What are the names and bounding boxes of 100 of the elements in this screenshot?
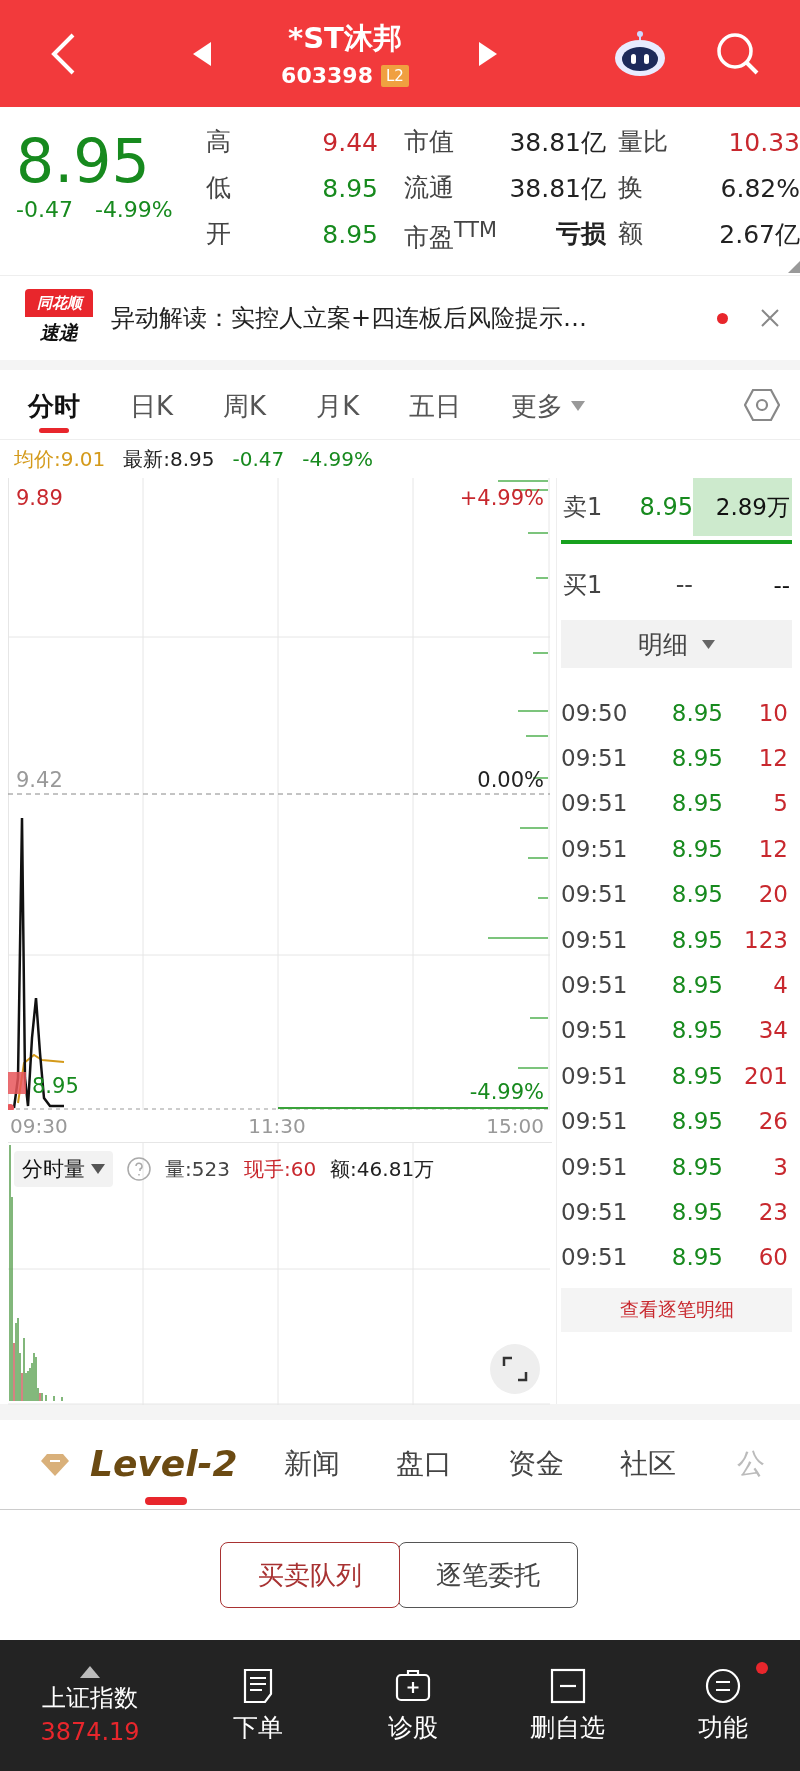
news-headline[interactable]: 异动解读：实控人立案+四连板后风险提示…: [111, 302, 699, 334]
bid-label: 买1: [562, 570, 604, 601]
stat-label: 市值: [404, 126, 454, 158]
trade-volume: 10: [757, 699, 789, 726]
triangle-up-icon: [80, 1665, 100, 1678]
trade-price: 8.95: [670, 881, 723, 908]
nav-item[interactable]: 删自选: [490, 1666, 645, 1745]
volume-value: 量:523: [165, 1155, 230, 1183]
nav-item[interactable]: 下单: [180, 1666, 335, 1745]
trade-time: 09:51: [561, 1153, 629, 1180]
time-label: 11:30: [248, 1114, 306, 1138]
open-point-icon: [8, 1104, 14, 1110]
nav-item[interactable]: 功能: [645, 1666, 800, 1745]
trade-price: 8.95: [670, 1244, 723, 1271]
level-badge: L2: [380, 64, 409, 87]
trade-price: 8.95: [670, 745, 723, 772]
time-label: 09:30: [10, 1114, 68, 1138]
trade-volume: 5: [772, 790, 789, 817]
close-button[interactable]: [760, 308, 780, 328]
time-label: 15:00: [486, 1114, 544, 1138]
next-stock-button[interactable]: [478, 41, 497, 66]
trade-volume: 201: [743, 1062, 789, 1089]
percent-label: -4.99%: [469, 1080, 544, 1104]
stat-value: 8.95: [321, 219, 378, 249]
stat-value: 8.95: [321, 173, 378, 203]
close-icon: [760, 308, 780, 328]
trade-volume: 3: [772, 1153, 789, 1180]
ask-volume: 2.89万: [693, 478, 792, 536]
caret-icon: [91, 1164, 105, 1174]
marker-icon: [8, 1072, 26, 1094]
stat-value: 38.81亿: [509, 172, 606, 205]
chart-tab[interactable]: 更多: [511, 376, 586, 433]
expand-corner-icon[interactable]: [788, 261, 800, 273]
stat-label: 换: [618, 172, 644, 204]
stat-label: 流通: [404, 172, 454, 204]
settings-button[interactable]: [744, 387, 780, 422]
stock-code: 603398: [281, 63, 373, 88]
trade-time: 09:51: [561, 881, 629, 908]
segment-tab[interactable]: 买卖队列: [220, 1542, 400, 1608]
volume-selector[interactable]: 分时量: [14, 1151, 113, 1187]
trade-volume: 23: [757, 1199, 789, 1225]
caret-icon: [702, 639, 715, 649]
assistant-button[interactable]: [614, 30, 666, 77]
percent-label: 0.00%: [477, 768, 544, 792]
chart-tab[interactable]: 分时: [28, 376, 80, 433]
robot-icon: [614, 30, 666, 77]
triangle-right-icon: [478, 41, 497, 66]
stat-value: 6.82%: [719, 173, 800, 203]
chart-tab[interactable]: 五日: [409, 376, 462, 433]
fullscreen-button[interactable]: [490, 1344, 540, 1394]
trade-price: 8.95: [670, 790, 723, 817]
fullscreen-icon: [502, 1356, 528, 1382]
stat-label: 高: [206, 126, 232, 158]
diamond-icon: [40, 1452, 70, 1477]
index-ticker[interactable]: 上证指数 3874.19: [0, 1664, 180, 1747]
trade-volume: 4: [772, 972, 789, 999]
trade-price: 8.95: [670, 699, 723, 726]
trade-price: 8.95: [670, 1062, 723, 1089]
minus-square-icon: [548, 1667, 587, 1705]
section-tab[interactable]: 新闻: [283, 1424, 344, 1505]
trade-price: 8.95: [670, 835, 723, 862]
section-tab[interactable]: Level-2: [90, 1424, 242, 1505]
trade-time: 09:51: [561, 972, 629, 999]
search-icon: [716, 31, 760, 76]
trade-price: 8.95: [670, 1153, 723, 1180]
stat-value: 亏损: [556, 218, 606, 251]
stat-value: 10.33: [727, 127, 800, 157]
caret-icon: [571, 401, 586, 411]
price-change: -0.47: [16, 197, 73, 222]
stat-label: 额: [618, 218, 644, 250]
nav-item[interactable]: 诊股: [335, 1666, 490, 1745]
section-tab[interactable]: 盘口: [395, 1424, 456, 1505]
trade-time: 09:51: [561, 835, 629, 862]
chart-tab[interactable]: 日K: [130, 376, 174, 433]
trade-volume: 26: [757, 1108, 789, 1135]
back-button[interactable]: [50, 31, 76, 76]
segment-tab[interactable]: 逐笔委托: [398, 1542, 578, 1608]
chart-tab[interactable]: 周K: [223, 376, 267, 433]
view-details-button[interactable]: 查看逐笔明细: [561, 1288, 792, 1333]
bid-price: --: [674, 571, 693, 599]
chart-tab[interactable]: 月K: [316, 376, 360, 433]
search-button[interactable]: [716, 31, 760, 76]
trade-volume: 12: [757, 835, 789, 862]
detail-dropdown[interactable]: 明细: [561, 620, 792, 668]
section-tab[interactable]: 社区: [619, 1424, 680, 1505]
trade-time: 09:51: [561, 1062, 629, 1089]
trade-time: 09:51: [561, 1017, 629, 1044]
latest-price: 最新:8.95: [123, 445, 215, 473]
stat-value: 9.44: [321, 127, 378, 157]
average-price: 均价:9.01: [14, 445, 106, 473]
trade-price: 8.95: [670, 972, 723, 999]
previous-stock-button[interactable]: [193, 41, 212, 66]
trade-price: 8.95: [670, 1199, 723, 1225]
stat-label: 市盈$^{TTM}$: [404, 216, 498, 255]
stat-value: 38.81亿: [509, 126, 606, 159]
help-icon[interactable]: [127, 1157, 151, 1181]
price-change: -0.47: [232, 447, 285, 471]
ask-label: 卖1: [562, 492, 604, 523]
section-tab[interactable]: 资金: [507, 1424, 568, 1505]
trade-volume: 12: [757, 745, 789, 772]
